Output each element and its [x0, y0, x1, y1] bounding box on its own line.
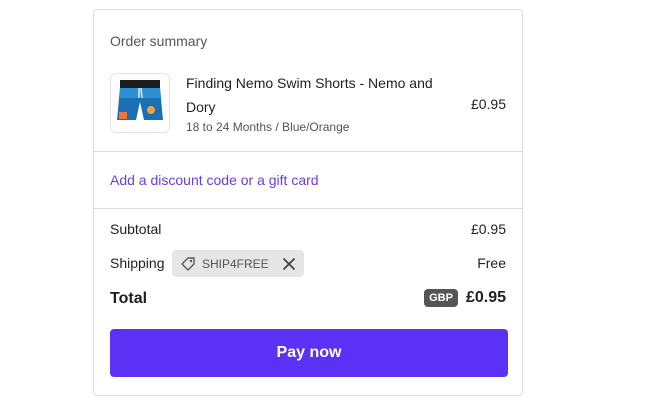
shipping-value: Free: [477, 255, 506, 271]
discount-code: SHIP4FREE: [202, 256, 269, 271]
product-name: Finding Nemo Swim Shorts - Nemo and Dory: [186, 75, 433, 115]
subtotal-value: £0.95: [470, 221, 506, 237]
currency-badge: GBP: [424, 289, 458, 307]
product-thumbnail: [110, 73, 170, 133]
shipping-discount-tag: SHIP4FREE: [172, 250, 304, 277]
add-discount-link[interactable]: Add a discount code or a gift card: [110, 172, 319, 188]
order-summary-title: Order summary: [110, 33, 208, 49]
swim-shorts-image: [111, 74, 169, 132]
total-label: Total: [110, 290, 148, 307]
tag-icon: [180, 256, 196, 272]
subtotal-label: Subtotal: [110, 221, 162, 237]
shipping-label: Shipping: [110, 255, 165, 271]
product-variant: 18 to 24 Months / Blue/Orange: [186, 120, 350, 134]
total-amount-group: GBP £0.95: [424, 289, 506, 307]
order-summary-card: Order summary Finding Nemo Swim Shorts -…: [93, 9, 523, 396]
close-icon[interactable]: [282, 257, 296, 271]
pay-now-button[interactable]: Pay now: [110, 329, 508, 377]
product-price: £0.95: [470, 96, 506, 112]
divider: [94, 208, 522, 209]
divider: [94, 151, 522, 152]
total-value: £0.95: [465, 289, 506, 306]
